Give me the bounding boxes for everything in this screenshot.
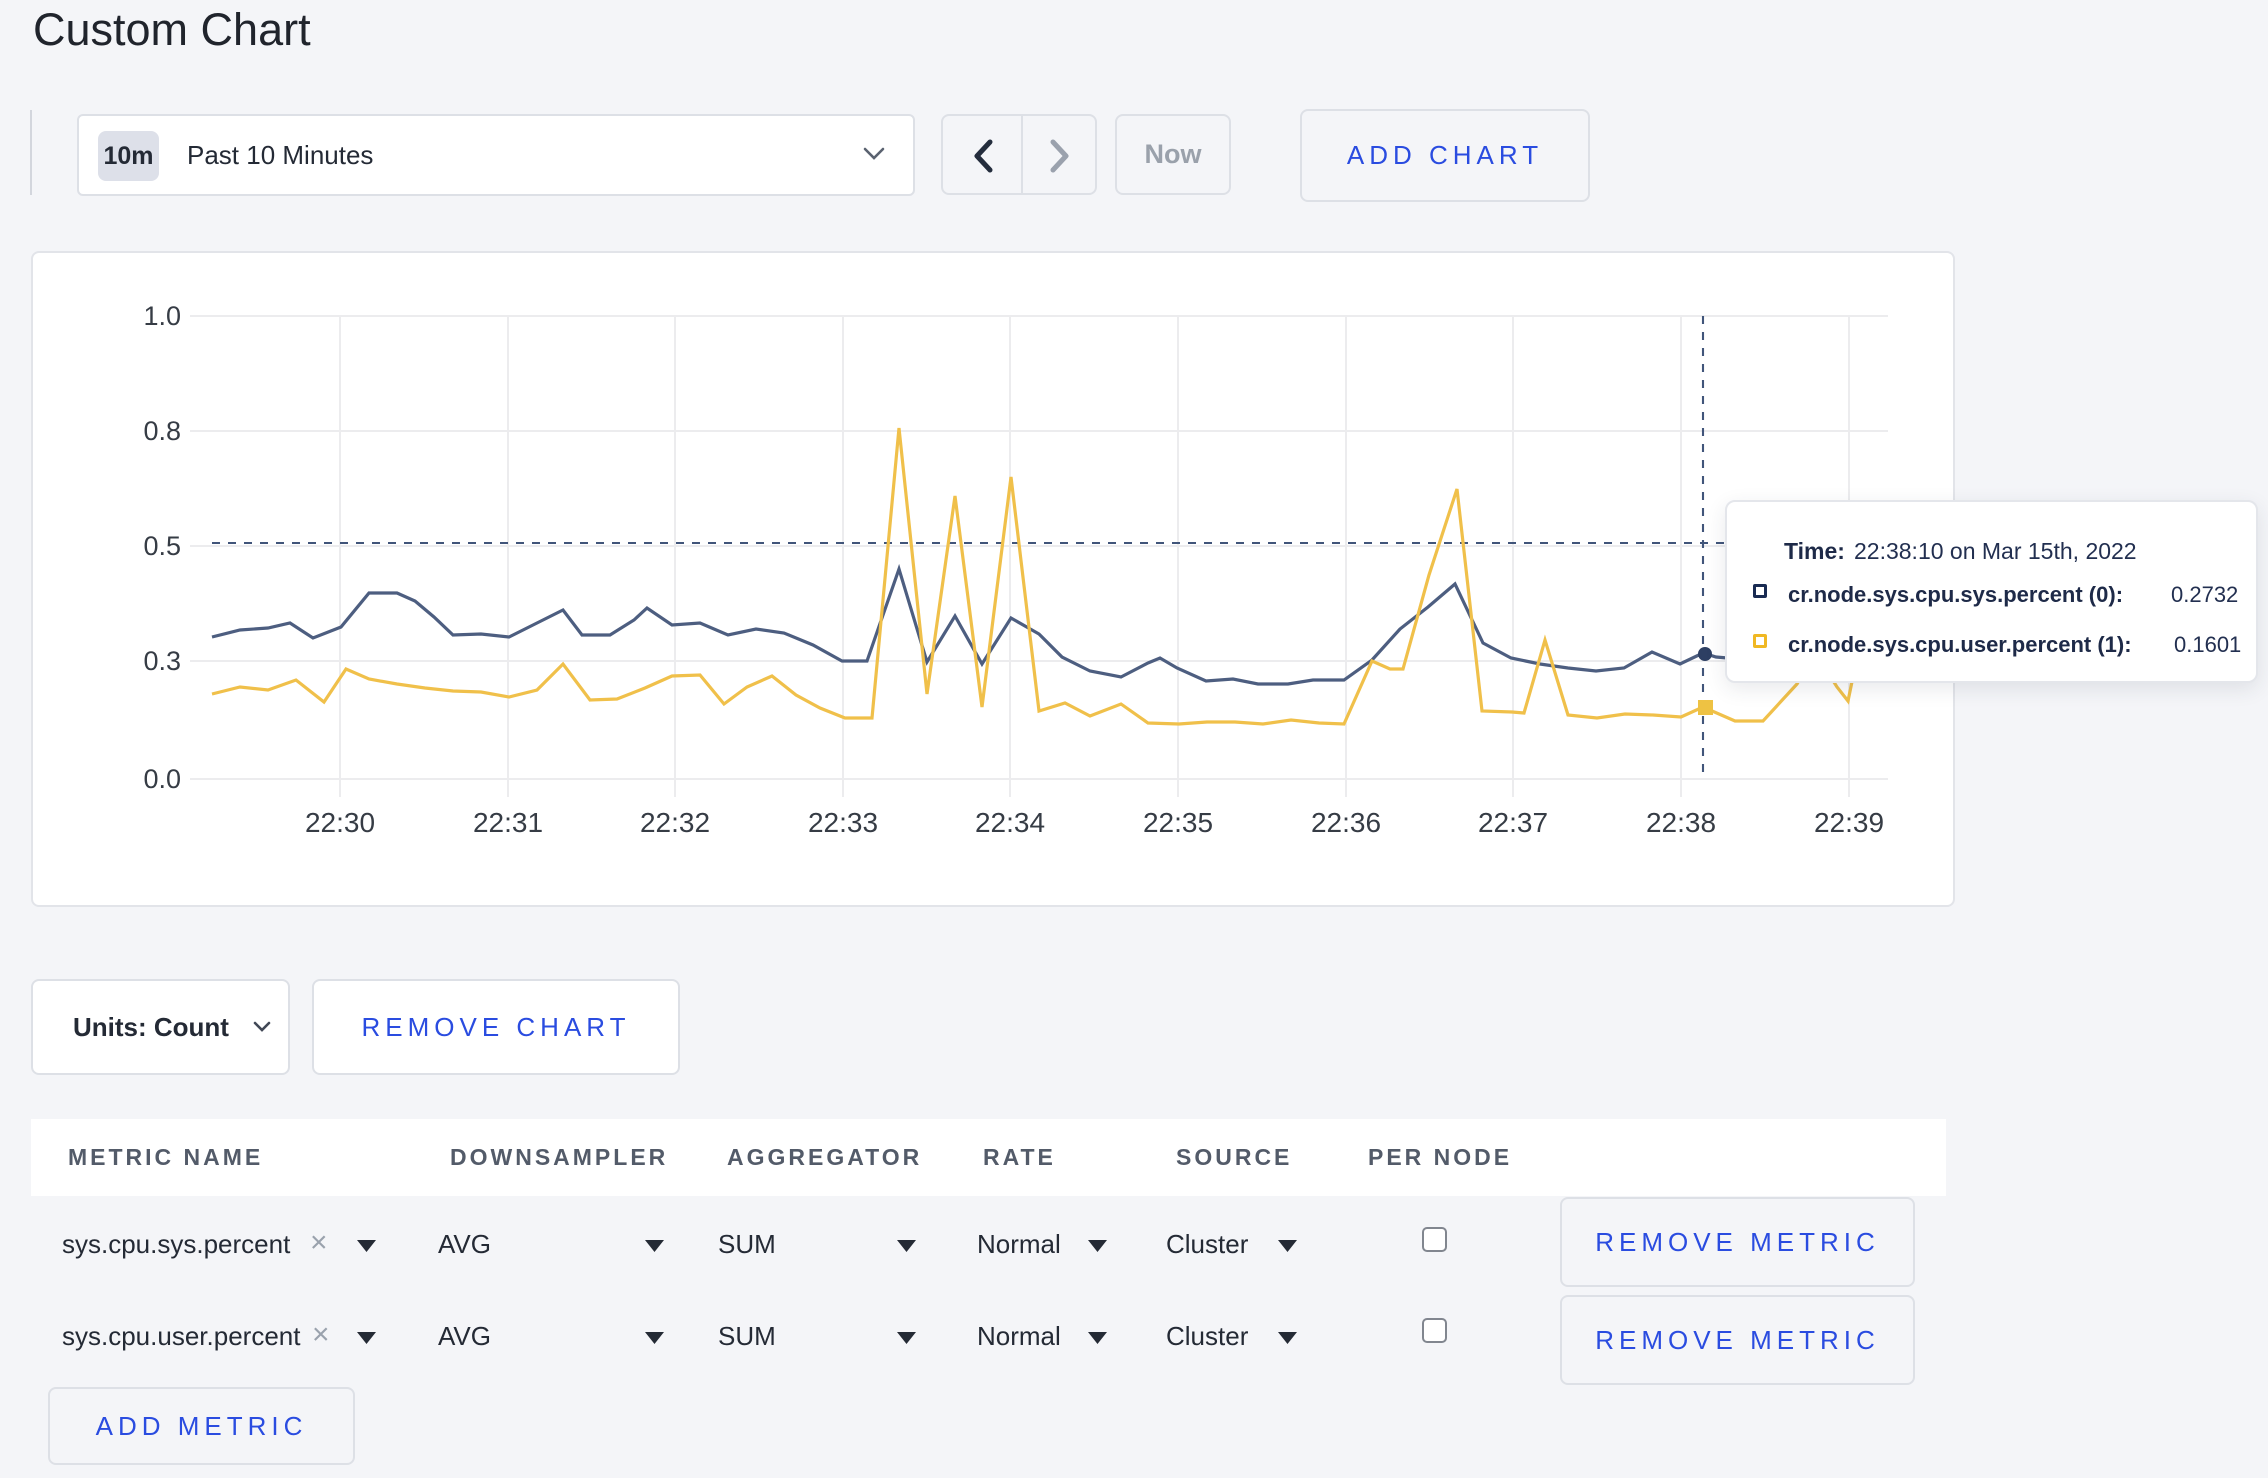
- svg-text:1.0: 1.0: [143, 301, 181, 331]
- svg-text:22:39: 22:39: [1814, 807, 1884, 838]
- svg-text:22:35: 22:35: [1143, 807, 1213, 838]
- svg-text:0.8: 0.8: [143, 416, 181, 446]
- svg-text:22:31: 22:31: [473, 807, 543, 838]
- svg-text:22:32: 22:32: [640, 807, 710, 838]
- svg-text:0.0: 0.0: [143, 764, 181, 794]
- svg-text:22:37: 22:37: [1478, 807, 1548, 838]
- svg-text:22:33: 22:33: [808, 807, 878, 838]
- svg-text:22:34: 22:34: [975, 807, 1045, 838]
- svg-text:22:38: 22:38: [1646, 807, 1716, 838]
- svg-text:0.3: 0.3: [143, 646, 181, 676]
- svg-text:22:36: 22:36: [1311, 807, 1381, 838]
- svg-text:0.5: 0.5: [143, 531, 181, 561]
- svg-text:22:30: 22:30: [305, 807, 375, 838]
